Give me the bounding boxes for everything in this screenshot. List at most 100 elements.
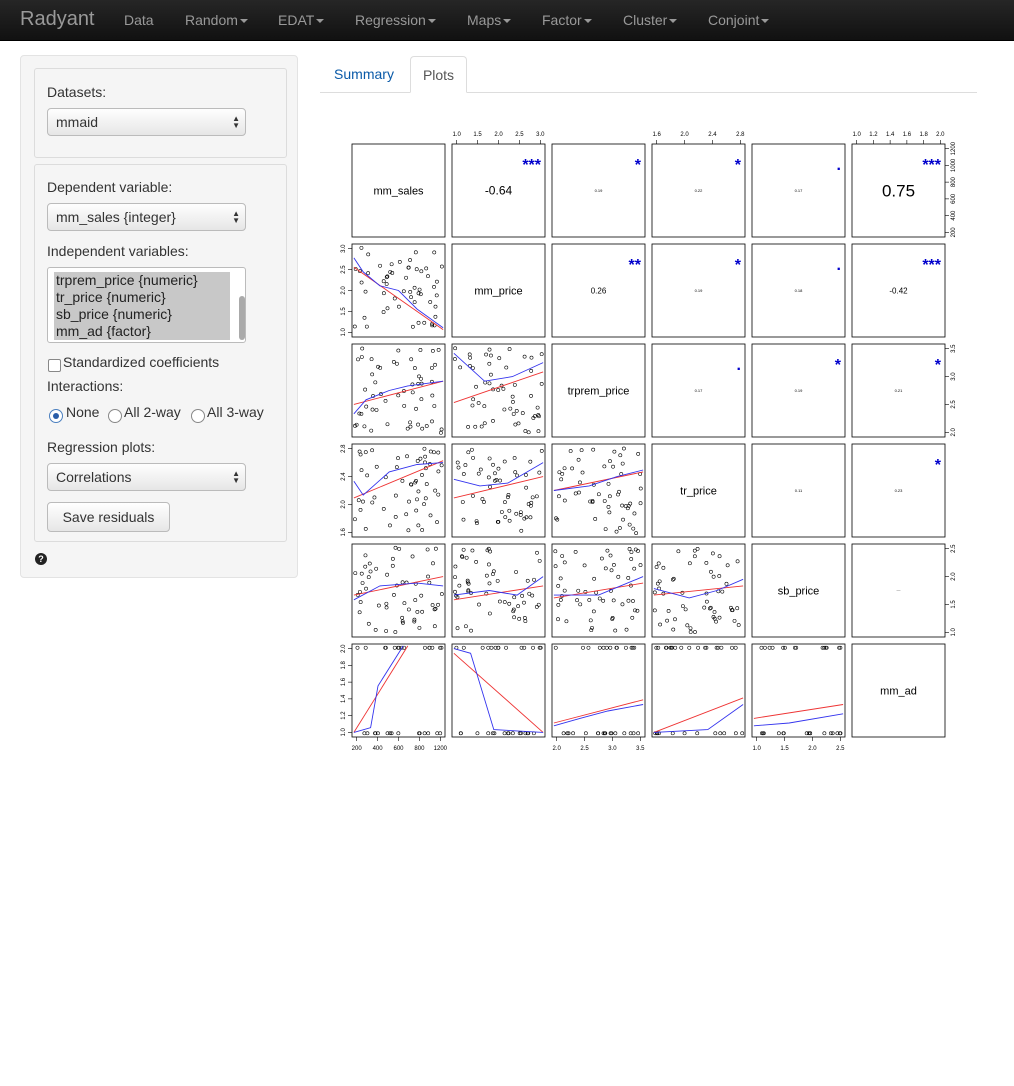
data-point (407, 499, 411, 504)
axis-tick-label: 3.0 (608, 746, 617, 752)
data-point (822, 731, 827, 736)
data-point (405, 426, 410, 431)
data-point (402, 601, 407, 606)
data-point (461, 547, 466, 552)
nav-data[interactable]: Data (124, 12, 154, 28)
data-point (457, 583, 462, 588)
dependent-label: Dependent variable: (47, 179, 173, 195)
data-point (496, 466, 501, 471)
data-point (516, 421, 521, 426)
correlation-value: 0.11 (795, 488, 803, 493)
nav-maps[interactable]: Maps (467, 12, 512, 28)
data-point (524, 485, 529, 490)
data-point (520, 593, 525, 598)
data-point (358, 589, 362, 594)
data-point (366, 271, 371, 276)
panel-frame (451, 643, 546, 738)
data-point (475, 731, 480, 736)
tab-plots[interactable]: Plots (410, 56, 467, 93)
data-point (424, 482, 429, 486)
data-point (417, 625, 422, 630)
nav-edat[interactable]: EDAT (278, 12, 325, 28)
data-point (621, 517, 625, 522)
save-residuals-button[interactable]: Save residuals (47, 502, 170, 532)
nav-regression[interactable]: Regression (355, 12, 436, 28)
data-point (599, 556, 604, 561)
data-point (596, 731, 600, 736)
radio-2way[interactable] (108, 409, 122, 423)
data-point (384, 605, 389, 610)
smooth-line (353, 257, 444, 329)
data-point (415, 497, 419, 502)
data-point (461, 517, 466, 522)
scrollbar[interactable] (239, 296, 245, 340)
variable-label: trprem_price (568, 386, 630, 398)
question-circle-icon[interactable]: ? (35, 553, 47, 565)
data-point (629, 557, 634, 561)
independent-listbox[interactable]: trprem_price {numeric} tr_price {numeric… (47, 267, 246, 343)
data-point (665, 618, 669, 623)
data-point (432, 250, 437, 255)
brand-logo[interactable]: Radyant (20, 8, 95, 31)
data-point (603, 527, 608, 531)
nav-random[interactable]: Random (185, 12, 248, 28)
data-point (385, 306, 390, 311)
data-point (620, 461, 625, 466)
data-point (396, 348, 401, 353)
data-point (430, 603, 435, 607)
data-point (558, 576, 563, 581)
correlation-matrix-plot: mm_sales mm_price trprem_price tr_price sb_p… (341, 132, 957, 752)
standardized-checkbox[interactable] (48, 359, 61, 372)
data-point (361, 499, 365, 504)
data-point (412, 366, 417, 370)
radio-3way[interactable] (191, 409, 205, 423)
chevron-down-icon (503, 19, 512, 24)
data-point (636, 731, 641, 736)
nav-conjoint[interactable]: Conjoint (708, 12, 770, 28)
list-item[interactable]: tr_price {numeric} (54, 289, 230, 306)
data-point (480, 645, 485, 650)
axis-tick-label: 3.0 (341, 244, 347, 253)
axis-tick-label: 1200 (434, 746, 448, 752)
axis-tick-label: 2.0 (341, 644, 347, 653)
chevron-down-icon (239, 19, 248, 24)
regplots-select[interactable]: Correlations ▲ ▼ (47, 463, 246, 491)
data-point (713, 731, 718, 736)
data-point (560, 554, 565, 558)
data-point (627, 522, 632, 527)
significance-stars: * (935, 357, 942, 374)
dataset-select[interactable]: mmaid ▲ ▼ (47, 108, 246, 136)
list-item[interactable]: sb_price {numeric} (54, 306, 230, 323)
data-point (776, 731, 781, 736)
axis-tick-label: 2.0 (341, 286, 347, 295)
data-point (601, 598, 606, 603)
data-point (392, 593, 396, 597)
data-point (523, 429, 528, 433)
data-point (602, 499, 607, 503)
dependent-select-value: mm_sales {integer} (56, 209, 176, 225)
nav-cluster[interactable]: Cluster (623, 12, 678, 28)
regplots-label: Regression plots: (47, 439, 156, 455)
data-point (735, 559, 740, 564)
data-point (537, 470, 542, 475)
data-point (622, 731, 627, 736)
axis-tick-label: 2.5 (580, 746, 589, 752)
data-point (512, 615, 516, 620)
data-point (514, 570, 518, 574)
radio-none[interactable] (49, 409, 63, 423)
data-point (733, 645, 738, 650)
data-point (527, 591, 532, 596)
data-point (416, 320, 421, 325)
list-item[interactable]: trprem_price {numeric} (54, 272, 230, 289)
nav-factor[interactable]: Factor (542, 12, 592, 28)
dependent-select[interactable]: mm_sales {integer} ▲ ▼ (47, 203, 246, 231)
list-item[interactable]: mm_ad {factor} (54, 323, 230, 340)
data-point (676, 549, 681, 554)
data-point (570, 466, 575, 471)
data-point (666, 609, 671, 613)
tab-summary[interactable]: Summary (321, 56, 407, 93)
data-point (591, 447, 596, 452)
data-point (416, 523, 421, 528)
data-point (408, 258, 412, 262)
axis-tick-label: 3.5 (636, 746, 645, 752)
